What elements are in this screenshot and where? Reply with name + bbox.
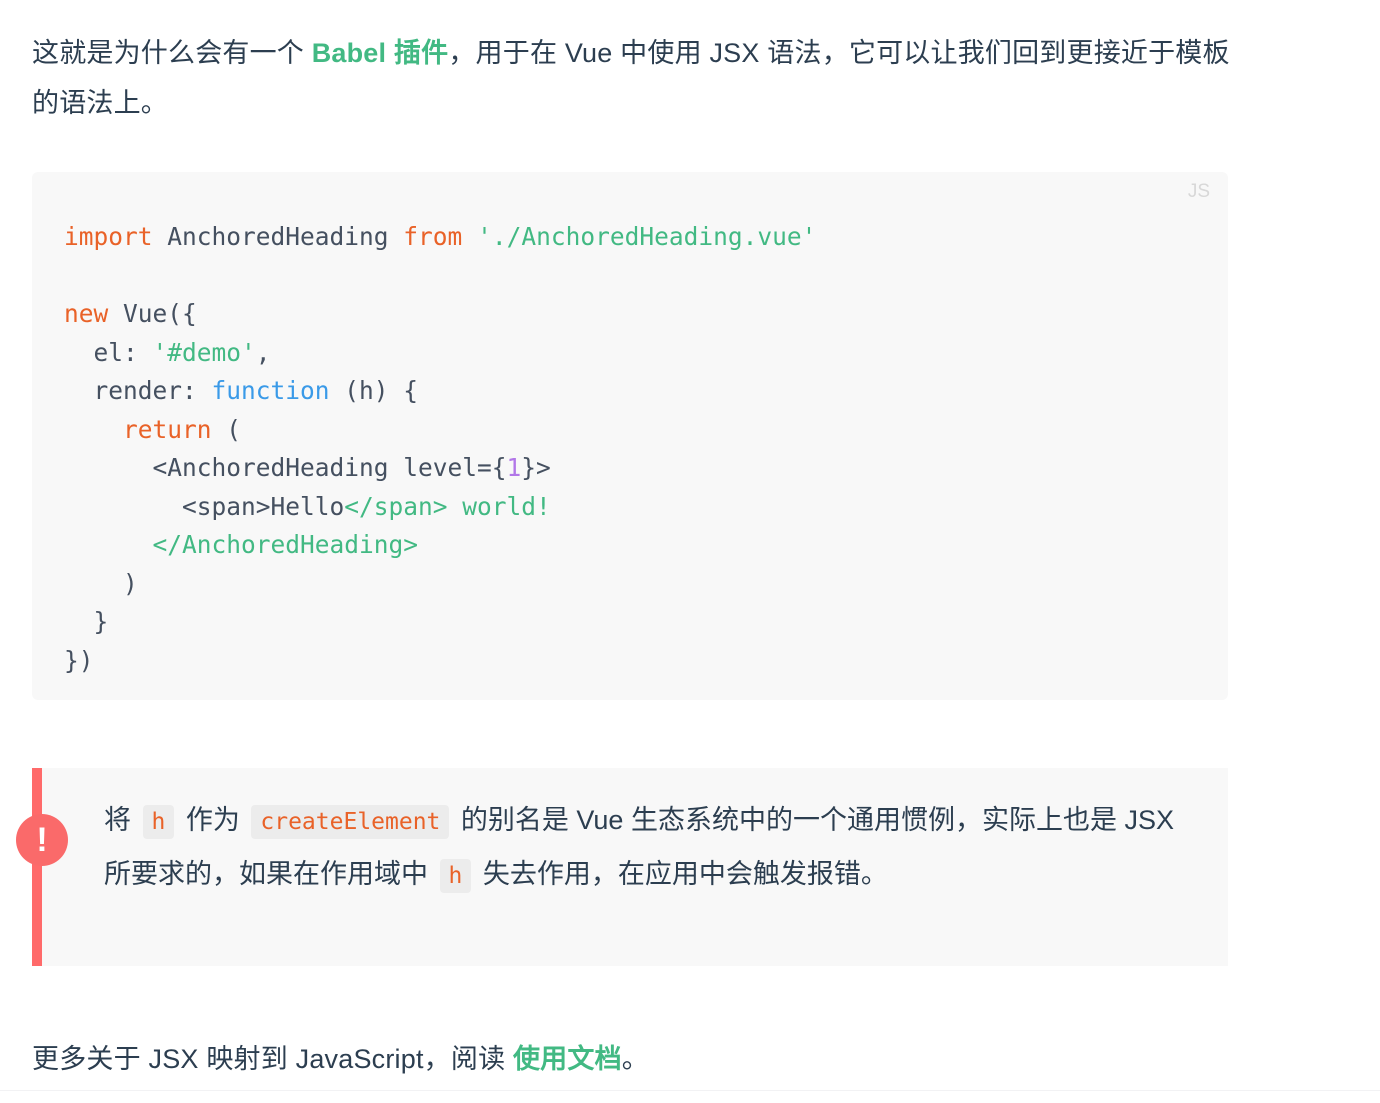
code-token: ) (123, 569, 138, 598)
jsx-docs-link[interactable]: 使用文档 (513, 1044, 622, 1074)
code-token: el: (94, 338, 153, 367)
warning-callout: ! 将 h 作为 createElement 的别名是 Vue 生态系统中的一个… (32, 768, 1228, 966)
code-token: import (64, 222, 153, 251)
code-block: JS import AnchoredHeading from './Anchor… (32, 172, 1228, 700)
code-token: </AnchoredHeading> (153, 530, 419, 559)
footer-divider (0, 1090, 1380, 1091)
exclamation-icon: ! (16, 814, 68, 866)
inline-code: h (440, 859, 472, 893)
code-token: AnchoredHeading (153, 222, 404, 251)
code-token: , (256, 338, 271, 367)
code-token: return (123, 415, 212, 444)
code-token: <span>Hello (182, 492, 344, 521)
code-token: Vue({ (108, 299, 197, 328)
code-token: (h) { (330, 376, 419, 405)
callout-text-segment: 将 (104, 805, 139, 835)
code-token: <AnchoredHeading level={ (153, 453, 507, 482)
intro-paragraph: 这就是为什么会有一个 Babel 插件，用于在 Vue 中使用 JSX 语法，它… (32, 28, 1232, 128)
code-token: new (64, 299, 108, 328)
intro-text-before-link: 这就是为什么会有一个 (32, 38, 312, 68)
code-token: } (94, 607, 109, 636)
code-token: '#demo' (153, 338, 256, 367)
babel-plugin-link[interactable]: Babel 插件 (312, 38, 449, 68)
warning-callout-text: 将 h 作为 createElement 的别名是 Vue 生态系统中的一个通用… (104, 794, 1204, 902)
inline-code: createElement (251, 805, 449, 839)
code-token: from (403, 222, 462, 251)
callout-text-segment: 失去作用，在应用中会触发报错。 (475, 859, 888, 889)
closing-text-before-link: 更多关于 JSX 映射到 JavaScript，阅读 (32, 1044, 513, 1074)
closing-paragraph: 更多关于 JSX 映射到 JavaScript，阅读 使用文档。 (32, 1034, 1232, 1084)
doc-page: 这就是为什么会有一个 Babel 插件，用于在 Vue 中使用 JSX 语法，它… (0, 0, 1380, 1103)
code-language-label: JS (1188, 182, 1210, 202)
code-token: ( (212, 415, 242, 444)
code-token: './AnchoredHeading.vue' (477, 222, 816, 251)
code-token: </span> world! (344, 492, 551, 521)
code-token: function (212, 376, 330, 405)
code-token: 1 (507, 453, 522, 482)
code-token (462, 222, 477, 251)
inline-code: h (143, 805, 175, 839)
closing-text-after-link: 。 (622, 1044, 649, 1074)
code-token: }) (64, 646, 94, 675)
code-token: render: (94, 376, 212, 405)
code-content[interactable]: import AnchoredHeading from './AnchoredH… (64, 218, 816, 680)
code-lines: import AnchoredHeading from './AnchoredH… (64, 222, 816, 675)
callout-text-segment: 作为 (178, 805, 247, 835)
code-token: }> (521, 453, 551, 482)
